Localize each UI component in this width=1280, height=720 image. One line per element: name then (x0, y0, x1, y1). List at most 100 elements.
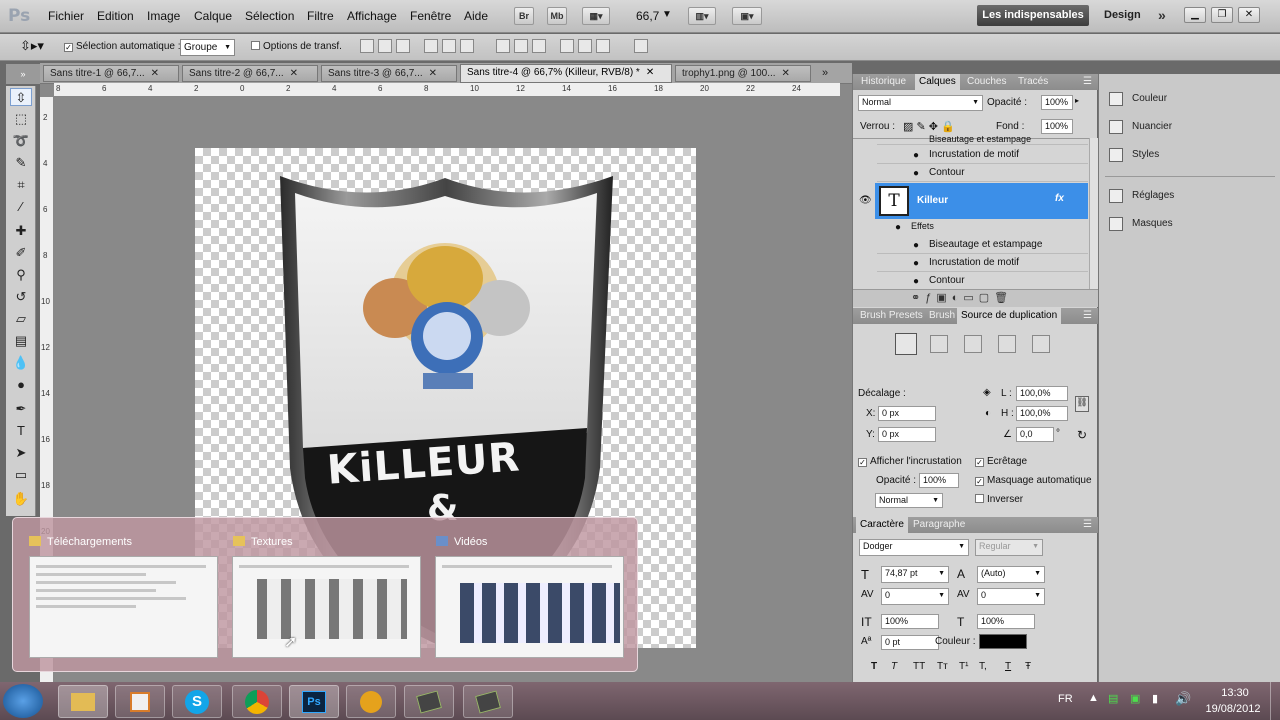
show-overlay-checkbox[interactable]: ✓ Afficher l'incrustation (858, 456, 962, 467)
menu-aide[interactable]: Aide (464, 9, 488, 23)
thumb-title-videos[interactable]: Vidéos (436, 536, 487, 548)
tab-close-icon[interactable]: ✕ (151, 68, 159, 79)
menu-affichage[interactable]: Affichage (347, 9, 397, 23)
menu-filtre[interactable]: Filtre (307, 9, 334, 23)
panel-menu-icon[interactable]: ☰ (1079, 519, 1096, 530)
workspace-essentials-button[interactable]: Les indispensables (977, 5, 1089, 26)
tab-sans-titre-1[interactable]: Sans titre-1 @ 66,7... ✕ (43, 65, 179, 82)
color-panel-label[interactable]: Couleur (1132, 93, 1167, 104)
effect-row[interactable]: Incrustation de motif (877, 254, 1088, 272)
zoom-dropdown-icon[interactable]: ▼ (662, 9, 672, 20)
font-family-select[interactable]: Dodger ▼ (859, 539, 969, 556)
taskbar-app2-icon[interactable] (463, 685, 513, 718)
language-indicator[interactable]: FR (1058, 693, 1073, 705)
zoom-level[interactable]: 66,7 (636, 9, 659, 23)
transform-controls-checkbox[interactable]: Options de transf. (251, 41, 342, 52)
clip-checkbox[interactable]: ✓ Ecrêtage (975, 456, 1027, 467)
opacity-input[interactable]: 100% (1041, 95, 1073, 110)
effect-row[interactable]: Biseautage et estampage (877, 134, 1088, 145)
taskbar-explorer-icon[interactable] (58, 685, 108, 718)
distribute-hcenter-icon[interactable] (578, 39, 592, 53)
auto-select-checkbox[interactable]: ✓ Sélection automatique : (64, 41, 181, 52)
tab-clone-source[interactable]: Source de duplication (957, 308, 1062, 324)
align-vcenter-icon[interactable] (378, 39, 392, 53)
brush-tool-icon[interactable]: ✐ (10, 244, 32, 262)
tab-sans-titre-3[interactable]: Sans titre-3 @ 66,7... ✕ (321, 65, 457, 82)
distribute-left-icon[interactable] (560, 39, 574, 53)
swatches-panel-icon[interactable] (1109, 120, 1123, 134)
more-workspaces-icon[interactable]: » (1158, 7, 1166, 23)
taskbar-chrome-icon[interactable] (232, 685, 282, 718)
angle-input[interactable]: 0,0 (1016, 427, 1054, 442)
battery-icon[interactable]: ▤ (1108, 692, 1118, 705)
more-tabs-icon[interactable]: » (812, 65, 850, 82)
view-extras-icon[interactable]: ▦▾ (582, 7, 610, 25)
font-style-select[interactable]: Regular ▼ (975, 539, 1043, 556)
offset-y-input[interactable]: 0 px (878, 427, 936, 442)
small-caps-button[interactable]: Tт (937, 661, 948, 672)
taskbar-skype-icon[interactable]: S (172, 685, 222, 718)
menu-edition[interactable]: Edition (97, 9, 134, 23)
volume-icon[interactable]: 🔊 (1175, 691, 1191, 707)
taskbar-app-icon[interactable] (404, 685, 454, 718)
history-brush-tool-icon[interactable]: ↺ (10, 288, 32, 306)
layers-bottom-icons[interactable]: ⚭ƒ▣◐▭▢🗑 (853, 289, 1098, 307)
horizontal-scale-input[interactable]: 100% (977, 614, 1035, 629)
leading-input[interactable]: (Auto) ▼ (977, 566, 1045, 583)
panel-menu-icon[interactable]: ☰ (1079, 310, 1096, 321)
path-select-tool-icon[interactable]: ➤ (10, 444, 32, 462)
tab-close-icon[interactable]: ✕ (646, 67, 654, 78)
tab-caractere[interactable]: Caractère (856, 517, 908, 533)
menu-fenetre[interactable]: Fenêtre (410, 9, 451, 23)
kerning-input[interactable]: 0 ▼ (881, 588, 949, 605)
marquee-tool-icon[interactable]: ⬚ (10, 110, 32, 128)
shape-tool-icon[interactable]: ▭ (10, 466, 32, 484)
auto-hide-checkbox[interactable]: ✓ Masquage automatique (975, 475, 1092, 486)
blend-mode-select[interactable]: Normal ▼ (858, 95, 983, 111)
app-tray-icon[interactable]: ▣ (1130, 692, 1140, 705)
align-hcenter-icon[interactable] (442, 39, 456, 53)
subscript-button[interactable]: T, (979, 661, 987, 672)
align-left-icon[interactable] (424, 39, 438, 53)
reset-transform-icon[interactable]: ↻ (1077, 428, 1087, 442)
fill-input[interactable]: 100% (1041, 119, 1073, 134)
auto-align-icon[interactable] (634, 39, 648, 53)
menu-image[interactable]: Image (147, 9, 180, 23)
blur-tool-icon[interactable]: 💧 (10, 354, 32, 372)
eye-icon[interactable]: ● (895, 222, 901, 233)
move-tool-icon[interactable]: ⇳▸▾ (20, 38, 44, 54)
menu-fichier[interactable]: Fichier (48, 9, 84, 23)
thumb-title-textures[interactable]: Textures (233, 536, 293, 548)
workspace-design-button[interactable]: Design (1104, 9, 1141, 21)
crop-tool-icon[interactable]: ⌗ (10, 176, 32, 194)
width-scale-input[interactable]: 100,0% (1016, 386, 1068, 401)
lock-icons[interactable]: ▨ ✎ ✥ 🔒 (903, 120, 955, 133)
offset-x-input[interactable]: 0 px (878, 406, 936, 421)
lasso-tool-icon[interactable]: ➰ (10, 132, 32, 150)
effect-row[interactable]: Contour (877, 164, 1088, 182)
menu-selection[interactable]: Sélection (245, 9, 294, 23)
thumb-title-downloads[interactable]: Téléchargements (29, 536, 132, 548)
type-tool-icon[interactable]: T (10, 422, 32, 440)
tab-close-icon[interactable]: ✕ (429, 68, 437, 79)
align-right-icon[interactable] (460, 39, 474, 53)
bridge-button[interactable]: Br (514, 7, 534, 25)
arrange-documents-icon[interactable]: ▥▾ (688, 7, 716, 25)
gradient-tool-icon[interactable]: ▤ (10, 332, 32, 350)
invert-checkbox[interactable]: Inverser (975, 494, 1023, 505)
show-desktop-button[interactable] (1270, 682, 1280, 720)
clone-source-1-icon[interactable] (895, 333, 917, 355)
opacity-slider-icon[interactable]: ▸ (1075, 96, 1079, 105)
tab-traces[interactable]: Tracés (1014, 76, 1052, 87)
faux-bold-button[interactable]: T (871, 661, 877, 672)
eyedropper-tool-icon[interactable]: ⁄ (10, 198, 32, 216)
thumb-window-videos[interactable] (435, 556, 624, 658)
text-color-swatch[interactable] (979, 634, 1027, 649)
effect-row[interactable]: Contour (877, 272, 1088, 290)
hand-tool-icon[interactable]: ✋ (10, 490, 32, 508)
clone-source-5-icon[interactable] (1032, 335, 1050, 353)
effect-row[interactable]: Biseautage et estampage (877, 236, 1088, 254)
tab-historique[interactable]: Historique (857, 76, 910, 87)
clone-source-2-icon[interactable] (930, 335, 948, 353)
effect-row[interactable]: Incrustation de motif (877, 146, 1088, 164)
